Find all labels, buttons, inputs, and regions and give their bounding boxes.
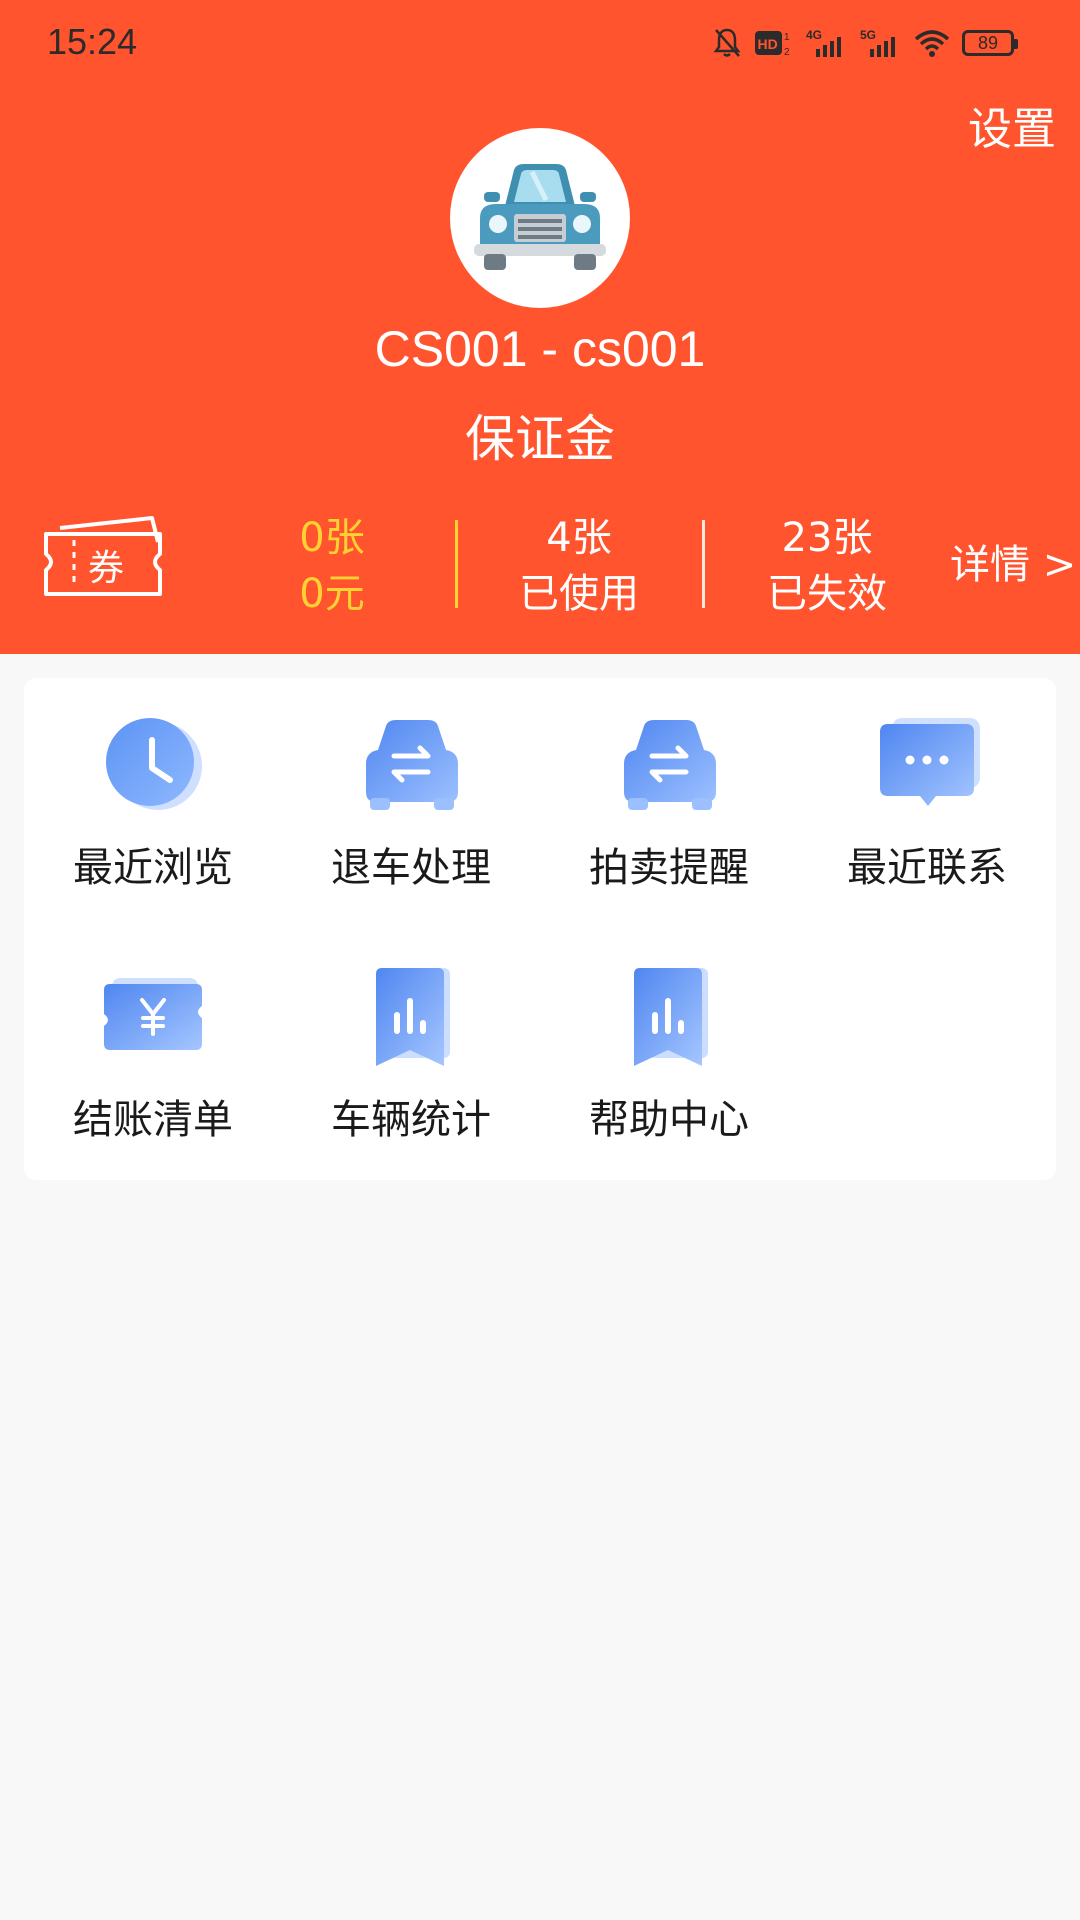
divider xyxy=(455,520,458,608)
avatar[interactable] xyxy=(450,128,630,308)
coupon-details-link[interactable]: 详情 > xyxy=(950,536,1076,594)
bar-chart-bookmark-icon xyxy=(634,968,708,1066)
status-icons: HD 1 2 4G 5G 89 xyxy=(712,22,1018,64)
menu-item-auction-reminder[interactable]: 拍卖提醒 xyxy=(540,678,798,891)
menu-item-label: 车辆统计 xyxy=(331,1097,491,1143)
menu-item-label: 退车处理 xyxy=(331,845,491,891)
divider xyxy=(702,520,705,608)
menu-item-recent-views[interactable]: 最近浏览 xyxy=(24,678,282,891)
bell-muted-icon xyxy=(712,27,742,59)
used-label: 已使用 xyxy=(519,571,639,617)
menu-item-label: 最近联系 xyxy=(847,845,1007,891)
chat-bubble-icon xyxy=(880,718,980,806)
svg-text:2: 2 xyxy=(784,47,790,58)
signal-4g-icon: 4G xyxy=(806,27,848,59)
signal-5g-icon: 5G xyxy=(860,27,902,59)
car-exchange-icon xyxy=(366,720,458,810)
svg-text:1: 1 xyxy=(784,32,790,43)
svg-text:券: 券 xyxy=(88,548,124,589)
expired-label: 已失效 xyxy=(767,571,887,617)
expired-coupons-stat[interactable]: 23张 已失效 xyxy=(737,510,917,622)
menu-item-help-center[interactable]: 帮助中心 xyxy=(540,930,798,1143)
profile-header: 15:24 HD 1 2 4G 5G 89 设置 CS001 - cs001 保… xyxy=(0,0,1080,654)
svg-text:4G: 4G xyxy=(806,28,822,42)
unused-count: 0张 xyxy=(299,515,365,561)
bar-chart-bookmark-icon xyxy=(376,968,450,1066)
deposit-link[interactable]: 保证金 xyxy=(0,408,1080,470)
used-coupons-stat[interactable]: 4张 已使用 xyxy=(489,510,669,622)
car-exchange-icon xyxy=(624,720,716,810)
menu-item-return-car[interactable]: 退车处理 xyxy=(282,678,540,891)
wifi-icon xyxy=(914,27,950,59)
menu-item-vehicle-stats[interactable]: 车辆统计 xyxy=(282,930,540,1143)
unused-coupons-stat[interactable]: 0张 0元 xyxy=(242,510,422,622)
menu-item-label: 结账清单 xyxy=(73,1097,233,1143)
car-avatar-icon xyxy=(474,164,606,270)
svg-text:5G: 5G xyxy=(860,28,876,42)
used-count: 4张 xyxy=(546,515,612,561)
username: CS001 - cs001 xyxy=(374,321,706,377)
battery-icon: 89 xyxy=(962,30,1018,56)
unused-amount: 0元 xyxy=(299,571,365,617)
hd-icon: HD 1 2 xyxy=(754,27,794,59)
clock-icon xyxy=(106,718,202,810)
svg-text:HD: HD xyxy=(758,36,778,52)
menu-item-label: 帮助中心 xyxy=(589,1097,749,1143)
menu-item-recent-contacts[interactable]: 最近联系 xyxy=(798,678,1056,891)
expired-count: 23张 xyxy=(781,515,873,561)
menu-item-label: 最近浏览 xyxy=(73,845,233,891)
feature-menu-card: 最近浏览 退车处理 拍卖提醒 最近联系 结账清单 车辆统计 帮助中心 xyxy=(24,678,1056,1180)
coupon-icon[interactable]: 券 xyxy=(40,512,170,612)
settings-button[interactable]: 设置 xyxy=(968,104,1056,156)
status-time: 15:24 xyxy=(47,21,138,62)
menu-item-checkout-list[interactable]: 结账清单 xyxy=(24,930,282,1143)
yuan-ticket-icon xyxy=(104,978,202,1050)
menu-item-label: 拍卖提醒 xyxy=(589,845,749,891)
